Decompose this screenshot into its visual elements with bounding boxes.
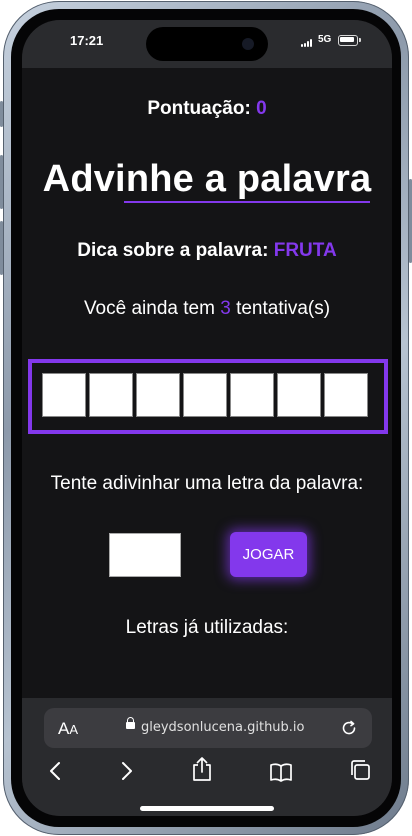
letter-cell xyxy=(136,373,180,417)
text-size-button[interactable]: AA xyxy=(58,719,78,739)
word-board xyxy=(28,359,388,434)
signal-icon xyxy=(301,39,315,47)
share-icon[interactable] xyxy=(191,756,213,787)
tries-suffix: tentativa(s) xyxy=(236,298,331,319)
volume-up-button xyxy=(0,155,3,209)
letter-input[interactable] xyxy=(109,533,181,577)
letter-cell xyxy=(183,373,227,417)
play-button[interactable]: JOGAR xyxy=(230,532,307,577)
home-indicator xyxy=(140,806,274,811)
status-bar: 17:21 5G xyxy=(22,20,392,68)
lock-icon xyxy=(126,717,135,729)
score-value: 0 xyxy=(256,98,267,119)
browser-toolbar: AA gleydsonlucena.github.io xyxy=(22,698,392,816)
tries-prefix: Você ainda tem xyxy=(83,298,215,319)
back-icon[interactable] xyxy=(48,760,62,787)
volume-down-button xyxy=(0,221,3,275)
url-text: gleydsonlucena.github.io xyxy=(141,720,305,735)
status-time: 17:21 xyxy=(70,33,104,48)
page-title: Advinhe a palavra xyxy=(42,158,372,200)
bookmarks-icon[interactable] xyxy=(269,762,293,787)
battery-icon xyxy=(338,35,361,46)
title-underline xyxy=(124,201,370,203)
tries-count: 3 xyxy=(220,298,231,319)
hint: Dica sobre a palavra: FRUTA xyxy=(22,240,392,262)
game-page: Pontuação: 0 Advinhe a palavra Dica sobr… xyxy=(22,68,392,698)
letter-cell xyxy=(277,373,321,417)
letter-cell xyxy=(89,373,133,417)
letter-cell xyxy=(324,373,368,417)
guess-prompt: Tente adivinhar uma letra da palavra: xyxy=(50,473,364,494)
action-button xyxy=(0,101,3,127)
network-label: 5G xyxy=(318,34,332,45)
screen: 17:21 5G Pontuação: 0 Advinhe a palavra … xyxy=(22,20,392,816)
hint-label: Dica sobre a palavra: xyxy=(77,240,269,261)
camera-icon xyxy=(242,38,254,50)
score: Pontuação: 0 xyxy=(22,98,392,120)
reload-icon[interactable] xyxy=(340,719,358,742)
score-label: Pontuação: xyxy=(147,98,251,119)
browser-nav xyxy=(22,756,392,792)
tries-remaining: Você ainda tem 3 tentativa(s) xyxy=(22,298,392,320)
letter-cell xyxy=(42,373,86,417)
letter-cell xyxy=(230,373,274,417)
address-bar[interactable]: AA gleydsonlucena.github.io xyxy=(44,708,372,748)
dynamic-island xyxy=(146,27,268,61)
tabs-icon[interactable] xyxy=(349,759,371,786)
forward-icon[interactable] xyxy=(120,760,134,787)
used-letters-label: Letras já utilizadas: xyxy=(125,617,289,638)
used-letters: Letras já utilizadas: xyxy=(22,617,392,639)
hint-value: FRUTA xyxy=(273,240,337,261)
